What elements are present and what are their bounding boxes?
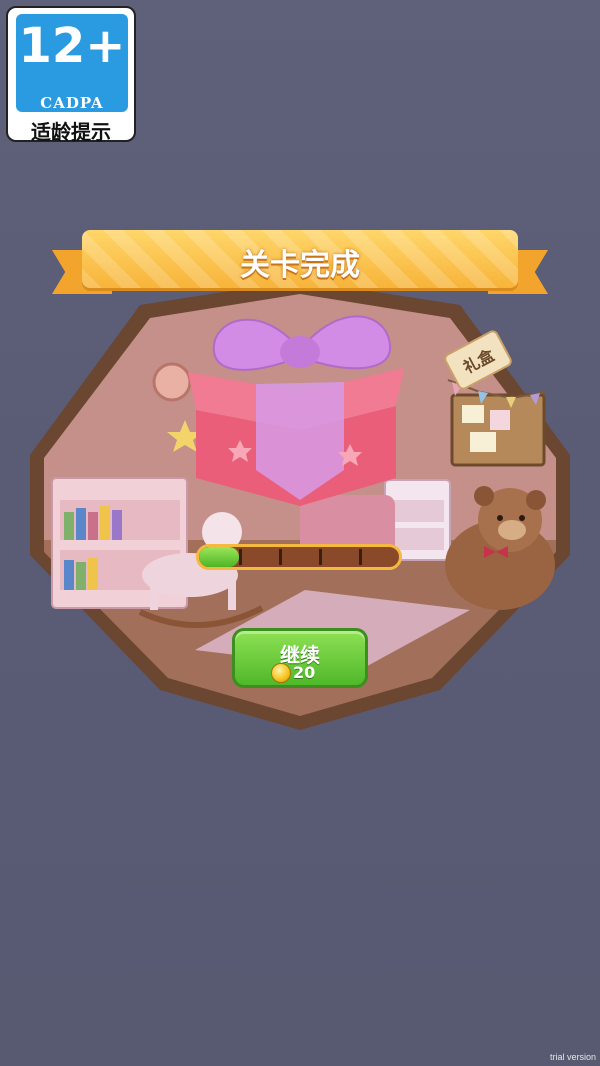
- clock-icon: [152, 362, 192, 402]
- room-illustration: [30, 280, 570, 730]
- level-complete-title: 关卡完成: [240, 248, 360, 283]
- continue-button[interactable]: 继续 20: [232, 628, 368, 688]
- coin-icon: [271, 663, 291, 683]
- continue-cost: 20: [293, 663, 316, 682]
- progress-segment-divider: [319, 549, 322, 565]
- progress-segment-divider: [359, 549, 362, 565]
- progress-segment-divider: [279, 549, 282, 565]
- progress-fill: [199, 547, 239, 567]
- progress-bar: [196, 544, 402, 570]
- watermark: trial version: [549, 1052, 596, 1062]
- progress-segment-divider: [239, 549, 242, 565]
